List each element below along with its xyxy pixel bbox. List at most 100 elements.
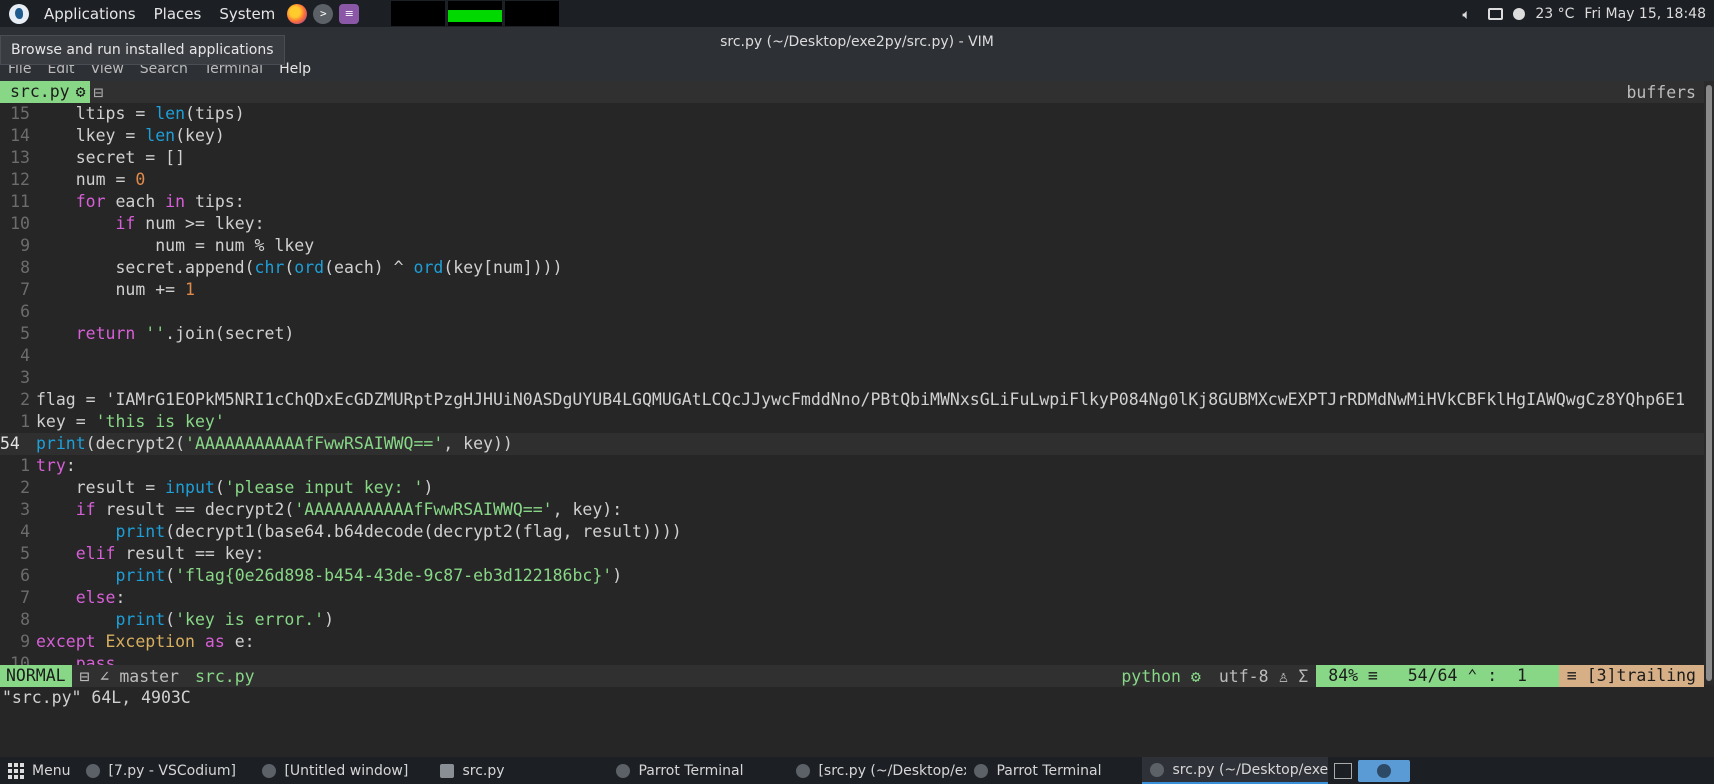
code-line[interactable]: 7 num += 1 xyxy=(0,279,1704,301)
workspace-switcher[interactable] xyxy=(1328,757,1358,784)
code-line[interactable]: 9 except Exception as e: xyxy=(0,631,1704,653)
code-line[interactable]: 13 secret = [] xyxy=(0,147,1704,169)
line-number: 10 xyxy=(10,214,30,233)
firefox-launcher-icon[interactable] xyxy=(287,3,308,24)
line-number: 1 xyxy=(20,456,30,475)
code-line[interactable]: 2 flag = 'IAMrG1EOPkM5NRI1cChQDxEcGDZMURp… xyxy=(0,389,1704,411)
code-line[interactable]: 8 secret.append(chr(ord(each) ^ ord(key[… xyxy=(0,257,1704,279)
line-number: 10 xyxy=(10,654,30,665)
code-text: return ''.join(secret) xyxy=(75,324,295,343)
taskbar-item-label: src.py xyxy=(462,762,505,779)
code-line[interactable]: 1 try: xyxy=(0,455,1704,477)
code-line[interactable]: 5 elif result == key: xyxy=(0,543,1704,565)
trailing-warning: ≡ [3]trailing xyxy=(1558,665,1704,687)
mode-indicator: NORMAL xyxy=(0,665,72,687)
taskbar-item[interactable]: [Untitled window] xyxy=(254,757,432,784)
taskbar-item-label: src.py (~/Desktop/exe2... xyxy=(1172,761,1329,778)
clock[interactable]: Fri May 15, 18:48 xyxy=(1584,6,1706,22)
taskbar-item-label: Parrot Terminal xyxy=(996,762,1102,779)
line-number: 1 xyxy=(20,412,30,431)
parrot-logo-icon[interactable] xyxy=(9,3,29,24)
line-number: 13 xyxy=(10,148,30,167)
scrollbar-thumb[interactable] xyxy=(1706,85,1712,681)
code-line-current[interactable]: 54 print(decrypt2('AAAAAAAAAAAfFwwRSAIWWQ… xyxy=(0,433,1704,455)
bottom-taskbar: Menu [7.py - VSCodium] [Untitled window] s… xyxy=(0,757,1714,784)
code-line[interactable]: 2 result = input('please input key: ') xyxy=(0,477,1704,499)
taskbar-item[interactable]: Parrot Terminal xyxy=(608,757,788,784)
code-line[interactable]: 8 print('key is error.') xyxy=(0,609,1704,631)
taskbar-item[interactable]: src.py (~/Desktop/exe2... xyxy=(1142,757,1329,784)
memory-monitor-graph xyxy=(448,1,502,26)
filetype: python ⚙︎ xyxy=(1121,666,1201,686)
code-area[interactable]: 15 ltips = len(tips) 14 lkey = len(key) 13… xyxy=(0,103,1704,665)
line-number: 6 xyxy=(20,566,30,585)
applications-menu[interactable]: Applications xyxy=(35,0,145,27)
code-line[interactable]: 12 num = 0 xyxy=(0,169,1704,191)
code-line[interactable]: 10 if num >= lkey: xyxy=(0,213,1704,235)
taskbar-item-label: [src.py (~/Desktop/exe... xyxy=(818,762,966,779)
filetype-label: python xyxy=(1121,666,1181,686)
code-text: if result == decrypt2('AAAAAAAAAAAfFwwRS… xyxy=(75,500,623,519)
volume-icon[interactable]: 🔈︎ xyxy=(1462,7,1478,23)
code-line[interactable]: 4 print(decrypt1(base64.b64decode(decryp… xyxy=(0,521,1704,543)
code-line[interactable]: 10 pass xyxy=(0,653,1704,665)
taskbar-item[interactable]: Parrot Terminal xyxy=(966,757,1142,784)
tab-separator-icon: ⊟ xyxy=(93,82,104,102)
git-branch: ⊟ ∠ master xyxy=(79,666,179,686)
terminal-launcher-icon[interactable]: > xyxy=(313,3,334,24)
code-line[interactable]: 9 num = num % lkey xyxy=(0,235,1704,257)
code-text: num = num % lkey xyxy=(36,236,315,255)
code-line[interactable]: 6 print('flag{0e26d898-b454-43de-9c87-eb… xyxy=(0,565,1704,587)
code-line[interactable]: 5 return ''.join(secret) xyxy=(0,323,1704,345)
code-line[interactable]: 4 xyxy=(0,345,1704,367)
code-text: else: xyxy=(75,588,126,607)
code-line[interactable]: 11 for each in tips: xyxy=(0,191,1704,213)
code-text: print(decrypt2('AAAAAAAAAAAfFwwRSAIWWQ==… xyxy=(36,434,513,453)
code-text: try: xyxy=(36,456,76,475)
vim-statusline: NORMAL ⊟ ∠ master src.py python ⚙︎ utf-8… xyxy=(0,665,1704,687)
cpu-monitor-graph xyxy=(391,1,445,26)
vim-editor[interactable]: src.py ⚙︎ ⊟ buffers 15 ltips = len(tips)… xyxy=(0,81,1704,707)
text-editor-launcher-icon[interactable]: ≡ xyxy=(339,3,360,24)
menu-button[interactable]: Menu xyxy=(0,757,78,784)
line-number: 2 xyxy=(20,478,30,497)
display-icon[interactable] xyxy=(1488,7,1504,20)
buffers-label: buffers xyxy=(1626,82,1696,102)
weather-icon[interactable] xyxy=(1513,7,1526,20)
line-number: 6 xyxy=(20,302,30,321)
taskbar-item[interactable]: [7.py - VSCodium] xyxy=(78,757,254,784)
window-title: src.py (~/Desktop/exe2py/src.py) - VIM xyxy=(720,34,994,50)
code-line[interactable]: 7 else: xyxy=(0,587,1704,609)
vim-command-line[interactable]: "src.py" 64L, 4903C xyxy=(0,687,1704,709)
show-desktop-button[interactable] xyxy=(1358,759,1411,782)
taskbar-item[interactable]: [src.py (~/Desktop/exe... xyxy=(788,757,966,784)
line-number: 5 xyxy=(20,544,30,563)
code-text: num = 0 xyxy=(36,170,146,189)
code-text: flag = 'IAMrG1EOPkM5NRI1cChQDxEcGDZMURpt… xyxy=(36,390,1686,409)
places-menu[interactable]: Places xyxy=(145,0,211,27)
code-line[interactable]: 3 if result == decrypt2('AAAAAAAAAAAfFww… xyxy=(0,499,1704,521)
line-number: 4 xyxy=(20,346,30,365)
code-line[interactable]: 14 lkey = len(key) xyxy=(0,125,1704,147)
vim-tabline: src.py ⚙︎ ⊟ buffers xyxy=(0,81,1704,103)
line-number: 3 xyxy=(20,500,30,519)
code-text: except Exception as e: xyxy=(36,632,255,651)
code-line[interactable]: 3 xyxy=(0,367,1704,389)
column-position: 1 xyxy=(1517,666,1527,685)
code-line[interactable]: 6 xyxy=(0,301,1704,323)
vertical-scrollbar[interactable] xyxy=(1704,81,1714,685)
code-text: result = input('please input key: ') xyxy=(36,478,434,497)
system-menu[interactable]: System xyxy=(210,0,284,27)
workspace-icon xyxy=(1334,762,1353,779)
line-number: 11 xyxy=(10,192,30,211)
tab-src-py[interactable]: src.py ⚙︎ xyxy=(0,81,90,103)
taskbar-item-label: [7.py - VSCodium] xyxy=(108,762,236,779)
temperature[interactable]: 23 °C xyxy=(1535,6,1574,22)
window-icon xyxy=(262,763,277,778)
code-line[interactable]: 15 ltips = len(tips) xyxy=(0,103,1704,125)
code-line[interactable]: 1 key = 'this is key' xyxy=(0,411,1704,433)
code-text: ltips = len(tips) xyxy=(36,104,245,123)
taskbar-item[interactable]: src.py xyxy=(432,757,608,784)
status-filename: src.py xyxy=(194,666,255,686)
line-number: 3 xyxy=(20,368,30,387)
